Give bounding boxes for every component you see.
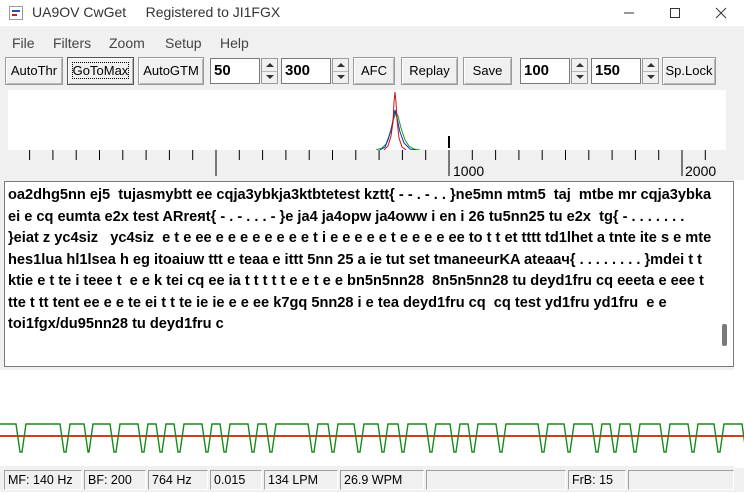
status-empty-2 — [628, 470, 734, 490]
sp-lock-button[interactable]: Sp.Lock — [662, 57, 716, 85]
window-title: UA9OV CwGet Registered to JI1FGX — [32, 4, 280, 20]
menu-zoom[interactable]: Zoom — [109, 35, 145, 51]
replay-label: Replay — [409, 63, 450, 78]
menu-filters[interactable]: Filters — [53, 35, 91, 51]
decoded-text-panel[interactable]: oa2dhg5nn ej5 tujasmybtt ee cqja3ybkja3k… — [4, 181, 734, 367]
sp-lock-label: Sp.Lock — [665, 63, 713, 78]
decoder-scrollbar[interactable] — [717, 182, 733, 366]
chevron-down-icon — [647, 75, 655, 79]
replay-button[interactable]: Replay — [401, 57, 458, 85]
afc-button[interactable]: AFC — [353, 57, 395, 85]
chevron-up-icon — [576, 63, 584, 67]
status-frequency: 764 Hz — [148, 470, 208, 490]
menu-setup[interactable]: Setup — [165, 35, 202, 51]
status-mf: MF: 140 Hz — [4, 470, 82, 490]
status-bf: BF: 200 — [84, 470, 146, 490]
registration-text: Registered to JI1FGX — [145, 4, 281, 20]
scale-label-1000: 1000 — [453, 163, 485, 179]
save-button[interactable]: Save — [463, 57, 512, 85]
go-to-max-button[interactable]: GoToMax — [67, 57, 134, 85]
minimize-icon — [624, 12, 634, 14]
range-value-1-input[interactable]: 100 — [520, 58, 570, 84]
status-level: 0.015 — [210, 470, 262, 490]
toolbar: AutoThr GoToMax AutoGTM 50 300 AFC Repla… — [0, 55, 744, 87]
menu-help[interactable]: Help — [220, 35, 249, 51]
spin-down-button[interactable] — [572, 71, 587, 83]
chevron-up-icon — [647, 63, 655, 67]
range-value-2-input[interactable]: 150 — [591, 58, 641, 84]
app-name: UA9OV CwGet — [32, 4, 127, 20]
scale-ticks — [29, 150, 706, 176]
maximize-icon — [670, 8, 680, 18]
signal-display[interactable] — [0, 370, 744, 466]
spin-down-button[interactable] — [643, 71, 658, 83]
chevron-down-icon — [576, 75, 584, 79]
filter-value-2-spinner[interactable] — [332, 58, 349, 84]
filter-value-1-input[interactable]: 50 — [210, 58, 260, 84]
spectrum-graph — [375, 91, 450, 151]
range-value-2-spinner[interactable] — [642, 58, 659, 84]
frequency-scale[interactable]: 1000 2000 — [8, 150, 726, 180]
chevron-down-icon — [337, 75, 345, 79]
afc-label: AFC — [361, 63, 387, 78]
status-empty — [426, 470, 566, 490]
chevron-up-icon — [266, 63, 274, 67]
auto-threshold-button[interactable]: AutoThr — [5, 57, 63, 85]
auto-threshold-label: AutoThr — [10, 63, 58, 78]
close-button[interactable] — [698, 0, 744, 26]
signal-trace — [0, 423, 744, 453]
scale-label-2000: 2000 — [685, 163, 717, 179]
spin-down-button[interactable] — [262, 71, 277, 83]
app-icon — [9, 6, 23, 20]
status-lpm: 134 LPM — [264, 470, 338, 490]
chevron-up-icon — [337, 63, 345, 67]
auto-gtm-label: AutoGTM — [143, 63, 199, 78]
filter-value-1-spinner[interactable] — [261, 58, 278, 84]
status-wpm: 26.9 WPM — [340, 470, 424, 490]
close-icon — [715, 7, 727, 19]
maximize-button[interactable] — [652, 0, 698, 26]
save-label: Save — [472, 63, 503, 78]
auto-gtm-button[interactable]: AutoGTM — [138, 57, 204, 85]
chevron-down-icon — [266, 75, 274, 79]
go-to-max-label: GoToMax — [71, 62, 130, 79]
spectrum-display[interactable] — [8, 90, 726, 151]
menu-bar: File Filters Zoom Setup Help — [0, 33, 744, 53]
status-frb: FrB: 15 — [568, 470, 626, 490]
range-value-1-spinner[interactable] — [571, 58, 588, 84]
decoder-scrollbar-thumb[interactable] — [722, 324, 727, 346]
minimize-button[interactable] — [606, 0, 652, 26]
title-bar: UA9OV CwGet Registered to JI1FGX — [0, 0, 744, 26]
spin-down-button[interactable] — [333, 71, 348, 83]
filter-value-2-input[interactable]: 300 — [281, 58, 331, 84]
menu-file[interactable]: File — [12, 35, 35, 51]
decoded-text[interactable]: oa2dhg5nn ej5 tujasmybtt ee cqja3ybkja3k… — [8, 185, 714, 336]
status-bar: MF: 140 Hz BF: 200 764 Hz 0.015 134 LPM … — [0, 468, 744, 492]
signal-graph — [0, 423, 744, 453]
